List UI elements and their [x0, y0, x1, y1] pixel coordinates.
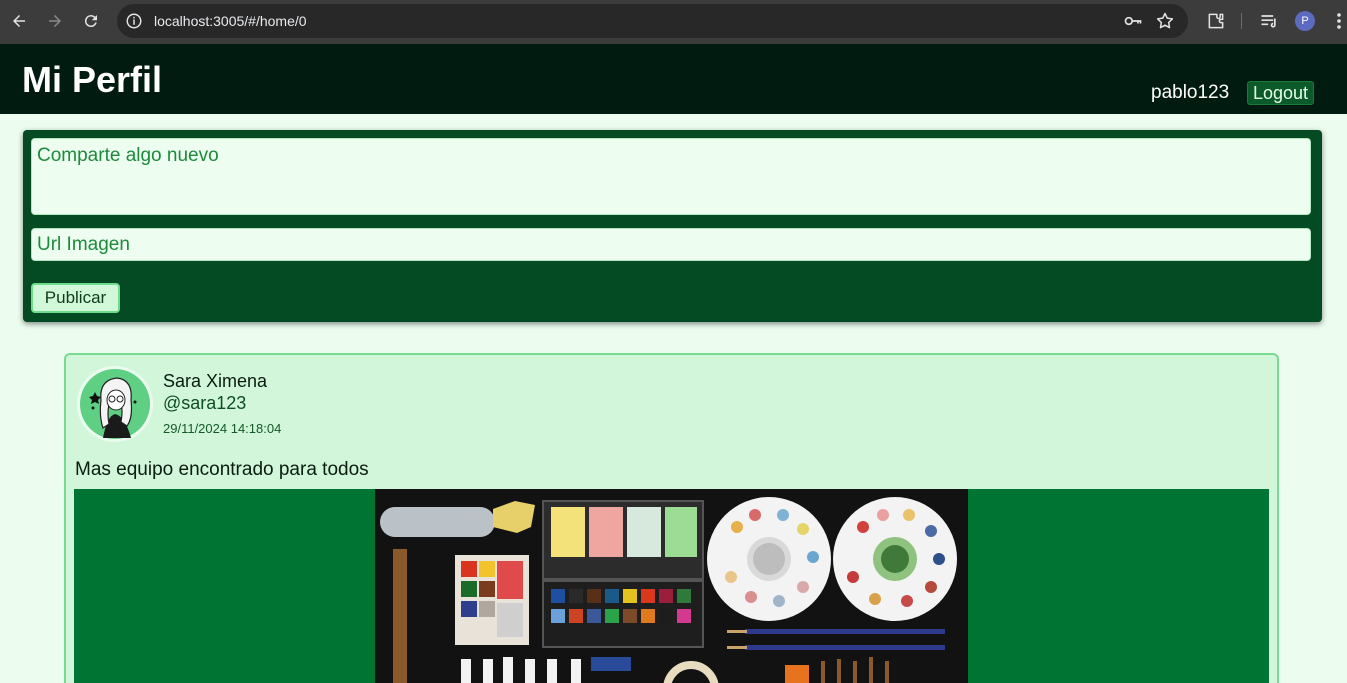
extensions-icon[interactable]	[1206, 11, 1226, 31]
back-icon[interactable]	[8, 10, 30, 32]
reload-icon[interactable]	[80, 10, 102, 32]
star-icon[interactable]	[1155, 11, 1175, 31]
post-card: Sara Ximena @sara123 29/11/2024 14:18:04…	[64, 353, 1279, 683]
logout-button[interactable]: Logout	[1247, 81, 1314, 105]
post-image[interactable]	[375, 489, 968, 683]
author-name[interactable]: Sara Ximena	[163, 371, 267, 392]
publish-button[interactable]: Publicar	[31, 283, 120, 313]
url-text[interactable]: localhost:3005/#/home/0	[154, 13, 307, 29]
author-handle[interactable]: @sara123	[163, 393, 246, 414]
reading-list-icon[interactable]	[1259, 11, 1279, 31]
key-icon[interactable]	[1123, 11, 1143, 31]
browser-toolbar: localhost:3005/#/home/0 P	[0, 0, 1347, 44]
profile-avatar[interactable]: P	[1295, 11, 1315, 31]
watercolor-supplies-illustration	[375, 489, 968, 683]
forward-icon[interactable]	[44, 10, 66, 32]
site-info-icon[interactable]	[125, 12, 143, 30]
image-url-input[interactable]: Url Imagen	[31, 228, 1311, 261]
address-bar[interactable]: localhost:3005/#/home/0	[117, 4, 1188, 38]
current-username: pablo123	[1151, 82, 1230, 103]
post-composer: Comparte algo nuevo Url Imagen Publicar	[23, 130, 1322, 322]
post-text-input[interactable]: Comparte algo nuevo	[31, 138, 1311, 215]
post-media-container	[74, 489, 1269, 683]
author-avatar[interactable]	[77, 366, 153, 442]
more-vert-icon[interactable]	[1331, 11, 1347, 31]
app-header: Mi Perfil pablo123 Logout	[0, 44, 1347, 114]
post-text: Mas equipo encontrado para todos	[75, 459, 369, 480]
post-timestamp: 29/11/2024 14:18:04	[163, 421, 282, 436]
page-title: Mi Perfil	[22, 59, 163, 100]
toolbar-separator	[1241, 13, 1242, 29]
